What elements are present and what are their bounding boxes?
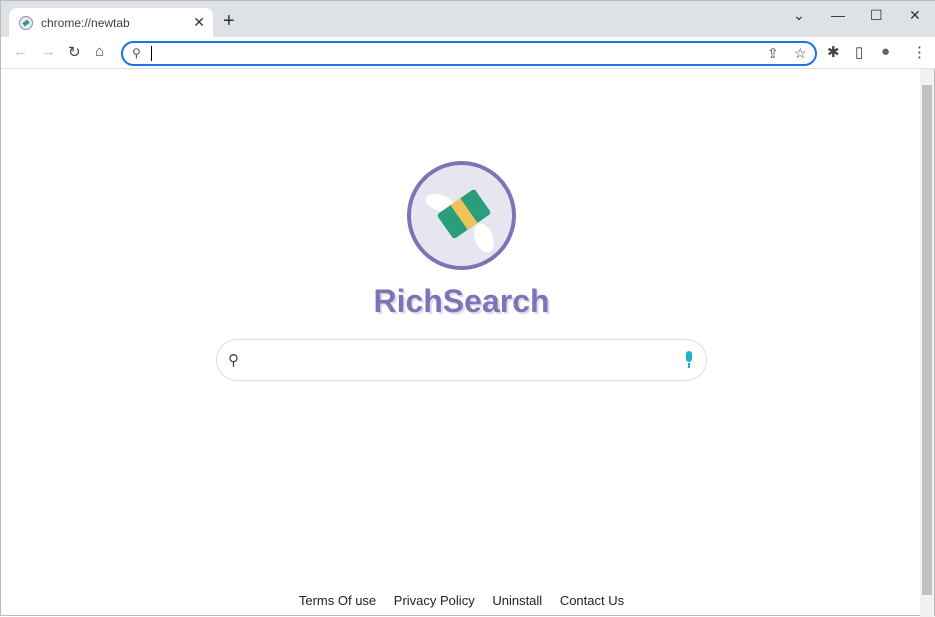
privacy-link[interactable]: Privacy Policy [394, 593, 475, 608]
new-tab-button[interactable]: + [223, 10, 235, 33]
close-window-button[interactable]: ✕ [909, 7, 921, 24]
home-icon[interactable]: ⌂ [95, 43, 104, 60]
uninstall-link[interactable]: Uninstall [492, 593, 542, 608]
favicon-icon [19, 16, 33, 30]
forward-icon[interactable]: → [41, 43, 56, 60]
profile-avatar-icon[interactable]: ● [881, 43, 890, 60]
maximize-button[interactable]: ☐ [870, 7, 883, 24]
minimize-button[interactable]: — [831, 7, 845, 23]
bookmark-star-icon[interactable]: ☆ [794, 45, 807, 62]
toolbar: ← → ↻ ⌂ ⚲ ⇪ ☆ ✱ ▯ ● ⋮ [1, 37, 935, 69]
share-icon[interactable]: ⇪ [767, 45, 779, 62]
tab-search-icon[interactable]: ⌄ [793, 7, 805, 24]
reload-icon[interactable]: ↻ [68, 43, 81, 61]
tab-newtab[interactable]: chrome://newtab ✕ [9, 8, 213, 38]
back-icon[interactable]: ← [13, 43, 28, 60]
search-icon: ⚲ [132, 46, 141, 60]
terms-link[interactable]: Terms Of use [299, 593, 376, 608]
search-box[interactable]: ⚲ [216, 339, 707, 381]
footer: Terms Of use Privacy Policy Uninstall Co… [1, 593, 922, 608]
address-bar[interactable]: ⚲ ⇪ ☆ [121, 41, 817, 66]
microphone-icon[interactable] [684, 351, 694, 369]
tab-close-icon[interactable]: ✕ [193, 14, 205, 31]
brand-name: RichSearch [373, 283, 550, 319]
tab-title: chrome://newtab [41, 16, 130, 30]
menu-icon[interactable]: ⋮ [912, 43, 927, 61]
search-icon: ⚲ [228, 352, 239, 369]
extensions-icon[interactable]: ✱ [827, 43, 840, 61]
richsearch-logo [407, 161, 516, 270]
contact-link[interactable]: Contact Us [560, 593, 624, 608]
scrollbar-thumb[interactable] [922, 85, 932, 595]
side-panel-icon[interactable]: ▯ [855, 43, 863, 61]
wing-right [470, 220, 498, 256]
scrollbar[interactable] [920, 69, 934, 617]
text-cursor [151, 46, 152, 61]
tab-strip: chrome://newtab ✕ + ⌄ — ☐ ✕ [1, 1, 935, 38]
